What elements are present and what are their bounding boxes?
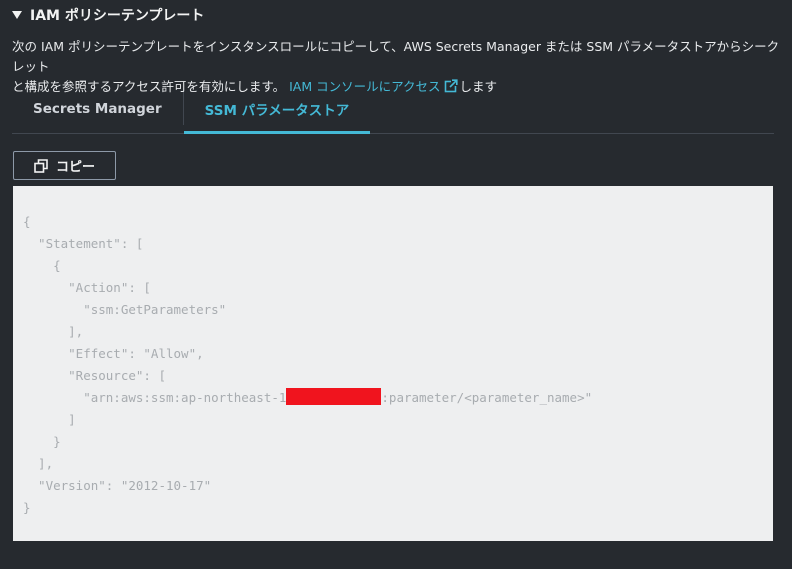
code-line: }: [23, 500, 31, 515]
code-line-resource-arn: "arn:aws:ssm:ap-northeast-1 :parameter/<p…: [23, 387, 773, 409]
copy-icon: [34, 158, 48, 173]
tab-ssm-parameter-store[interactable]: SSM パラメータストア: [183, 84, 371, 134]
code-line: "Resource": [: [23, 368, 166, 383]
section-header[interactable]: IAM ポリシーテンプレート: [12, 5, 204, 25]
code-line: {: [23, 214, 31, 229]
code-line: }: [23, 434, 61, 449]
tab-secrets-manager[interactable]: Secrets Manager: [12, 84, 183, 133]
code-line: {: [23, 258, 61, 273]
copy-button-label: コピー: [55, 160, 95, 175]
arn-suffix: :parameter/<parameter_name>": [381, 390, 593, 405]
code-block: { "Statement": [ { "Action": [ "ssm:GetP…: [13, 186, 773, 541]
code-line: ],: [23, 456, 54, 471]
section-title: IAM ポリシーテンプレート: [30, 8, 205, 24]
copy-button[interactable]: コピー: [13, 151, 116, 180]
code-line: "ssm:GetParameters": [23, 302, 227, 317]
code-line: "Action": [: [23, 280, 151, 295]
caret-down-icon[interactable]: [12, 11, 22, 19]
redacted-account-id: [286, 388, 382, 405]
tab-bar: Secrets Manager SSM パラメータストア: [12, 84, 774, 134]
code-line: "Effect": "Allow",: [23, 346, 204, 361]
code-line: "Statement": [: [23, 236, 144, 251]
code-line: "Version": "2012-10-17": [23, 478, 212, 493]
description-line1: 次の IAM ポリシーテンプレートをインスタンスロールにコピーして、AWS Se…: [12, 39, 780, 74]
code-line: ]: [23, 412, 76, 427]
code-line: ],: [23, 324, 84, 339]
arn-prefix: "arn:aws:ssm:ap-northeast-1: [23, 390, 287, 405]
